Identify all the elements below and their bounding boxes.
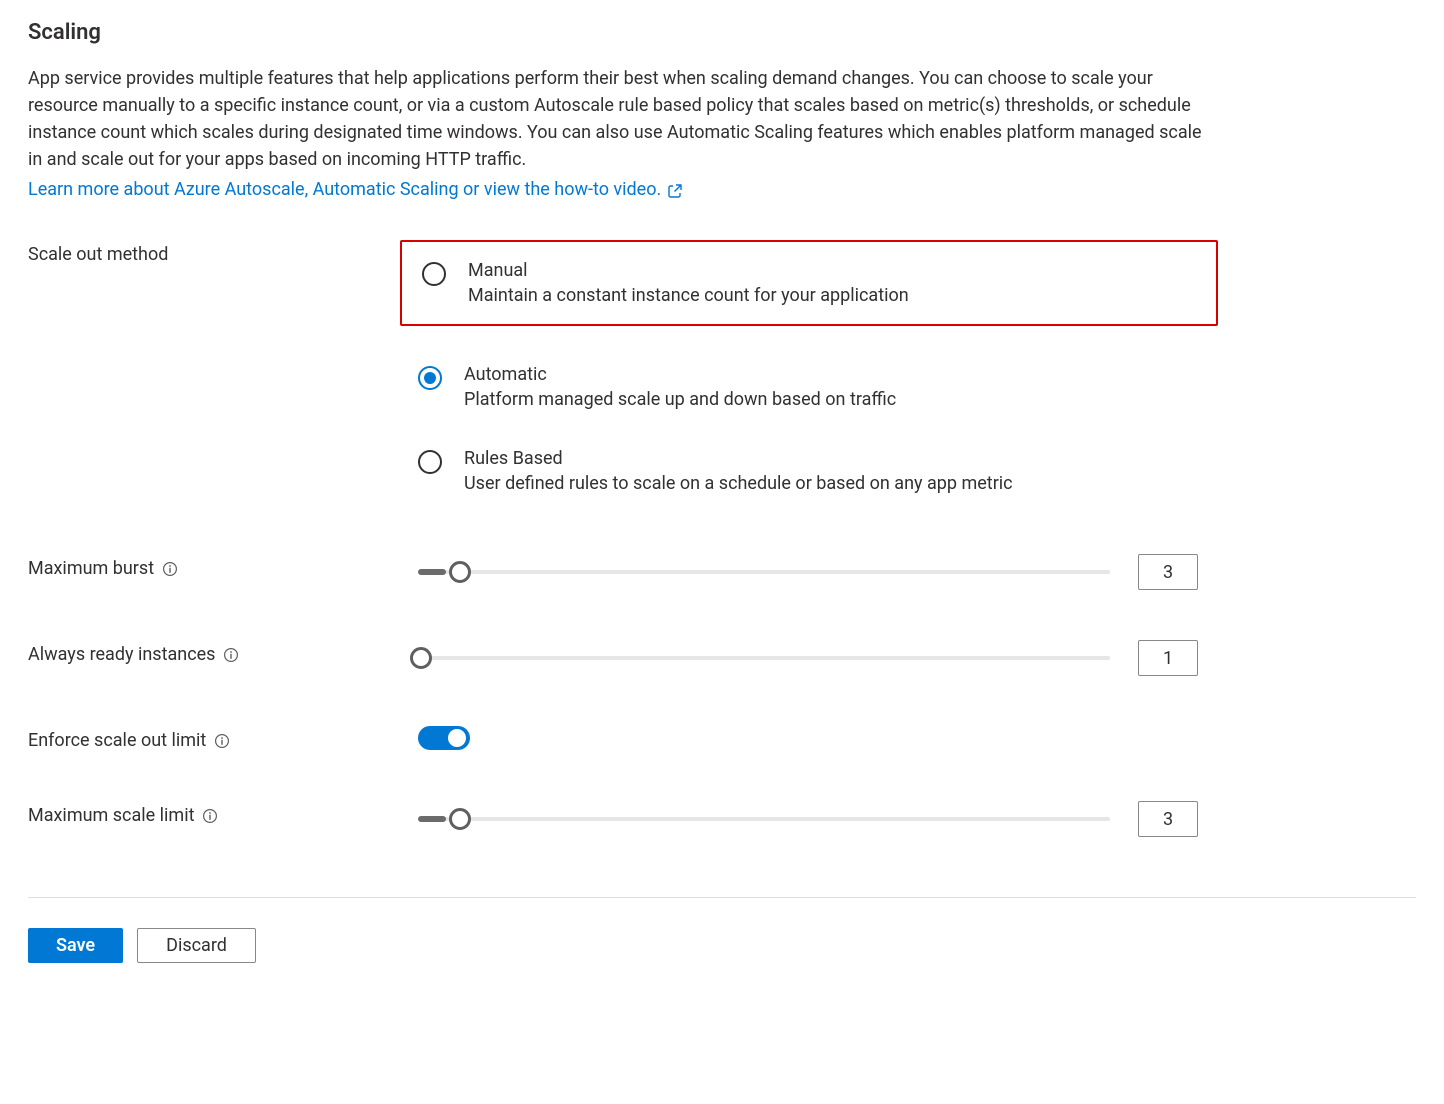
- radio-circle-icon: [418, 450, 442, 474]
- section-description: App service provides multiple features t…: [28, 65, 1208, 173]
- slider-thumb-icon[interactable]: [410, 647, 432, 669]
- scale-out-method-label: Scale out method: [28, 244, 168, 265]
- radio-option-automatic[interactable]: Automatic Platform managed scale up and …: [418, 364, 1198, 410]
- radio-option-rules[interactable]: Rules Based User defined rules to scale …: [418, 448, 1198, 494]
- save-button[interactable]: Save: [28, 928, 123, 963]
- info-icon[interactable]: [202, 808, 218, 824]
- max-scale-limit-value[interactable]: 3: [1138, 801, 1198, 837]
- section-title: Scaling: [28, 20, 1416, 45]
- radio-automatic-title: Automatic: [464, 364, 896, 385]
- radio-rules-desc: User defined rules to scale on a schedul…: [464, 473, 1013, 494]
- maximum-burst-label: Maximum burst: [28, 558, 154, 579]
- always-ready-slider[interactable]: [418, 646, 1110, 670]
- slider-thumb-icon[interactable]: [449, 561, 471, 583]
- always-ready-label: Always ready instances: [28, 644, 215, 665]
- learn-more-text: Learn more about Azure Autoscale, Automa…: [28, 179, 661, 200]
- learn-more-link[interactable]: Learn more about Azure Autoscale, Automa…: [28, 179, 683, 200]
- maximum-burst-slider[interactable]: [418, 560, 1110, 584]
- enforce-limit-label: Enforce scale out limit: [28, 730, 206, 751]
- discard-button[interactable]: Discard: [137, 928, 256, 963]
- info-icon[interactable]: [214, 733, 230, 749]
- enforce-limit-toggle[interactable]: [418, 726, 470, 750]
- always-ready-value[interactable]: 1: [1138, 640, 1198, 676]
- max-scale-limit-slider[interactable]: [418, 807, 1110, 831]
- external-link-icon: [667, 183, 683, 199]
- slider-thumb-icon[interactable]: [449, 808, 471, 830]
- highlight-annotation: Manual Maintain a constant instance coun…: [400, 240, 1218, 326]
- radio-rules-title: Rules Based: [464, 448, 1013, 469]
- info-icon[interactable]: [162, 561, 178, 577]
- radio-automatic-desc: Platform managed scale up and down based…: [464, 389, 896, 410]
- radio-circle-icon: [418, 366, 442, 390]
- max-scale-limit-label: Maximum scale limit: [28, 805, 194, 826]
- maximum-burst-value[interactable]: 3: [1138, 554, 1198, 590]
- radio-manual-title: Manual: [468, 260, 909, 281]
- radio-manual-desc: Maintain a constant instance count for y…: [468, 285, 909, 306]
- radio-circle-icon: [422, 262, 446, 286]
- radio-option-manual[interactable]: Manual Maintain a constant instance coun…: [422, 260, 1196, 306]
- scale-out-method-radio-group: Manual Maintain a constant instance coun…: [418, 240, 1198, 494]
- info-icon[interactable]: [223, 647, 239, 663]
- toggle-knob-icon: [448, 729, 466, 747]
